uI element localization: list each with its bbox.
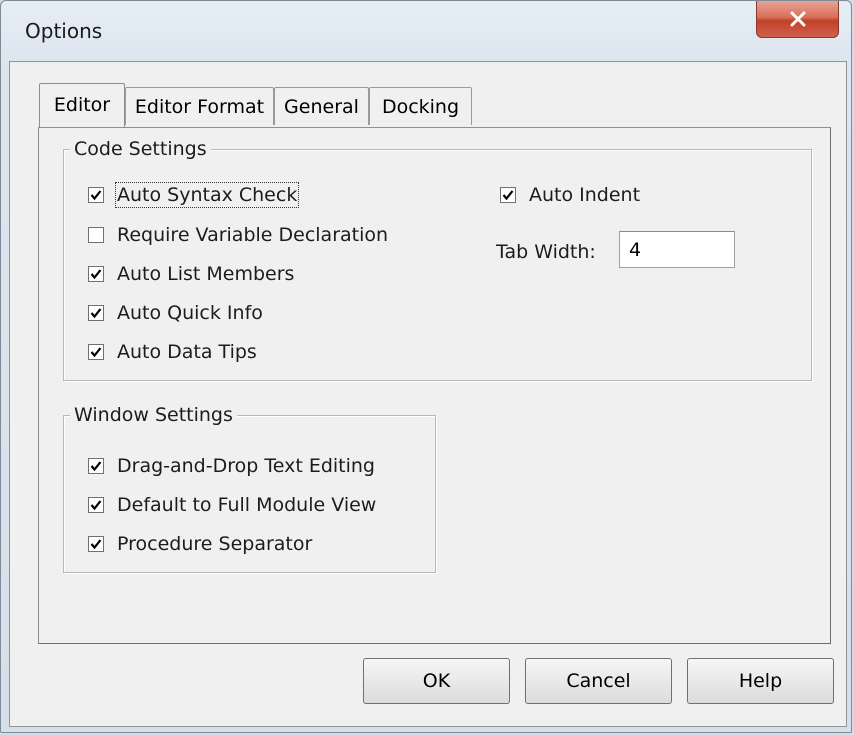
tab-general-label: General bbox=[284, 96, 359, 118]
drag-and-drop-option[interactable]: Drag-and-Drop Text Editing bbox=[88, 453, 375, 479]
auto-list-members-label: Auto List Members bbox=[117, 263, 295, 285]
procedure-separator-checkbox[interactable] bbox=[88, 536, 104, 552]
auto-data-tips-option[interactable]: Auto Data Tips bbox=[88, 339, 257, 365]
require-variable-declaration-checkbox[interactable] bbox=[88, 227, 104, 243]
checkmark-icon bbox=[90, 461, 102, 472]
ok-button-label: OK bbox=[422, 670, 451, 692]
auto-indent-option[interactable]: Auto Indent bbox=[500, 182, 640, 208]
title-bar[interactable]: Options bbox=[1, 1, 851, 63]
window-settings-legend: Window Settings bbox=[70, 402, 237, 428]
full-module-view-option[interactable]: Default to Full Module View bbox=[88, 492, 376, 518]
auto-syntax-check-option[interactable]: Auto Syntax Check bbox=[88, 182, 300, 208]
checkmark-icon bbox=[90, 190, 102, 201]
tab-docking[interactable]: Docking bbox=[369, 87, 472, 125]
auto-data-tips-label: Auto Data Tips bbox=[117, 341, 257, 363]
help-button[interactable]: Help bbox=[687, 658, 834, 704]
auto-syntax-check-checkbox[interactable] bbox=[88, 187, 104, 203]
auto-indent-label: Auto Indent bbox=[529, 184, 641, 206]
full-module-view-label: Default to Full Module View bbox=[117, 494, 377, 516]
tab-editor-label: Editor bbox=[53, 94, 111, 116]
dialog-client-area: Editor Editor Format General Docking Cod… bbox=[9, 61, 847, 727]
tab-docking-label: Docking bbox=[381, 96, 460, 118]
code-settings-legend: Code Settings bbox=[70, 136, 211, 162]
ok-button[interactable]: OK bbox=[363, 658, 510, 704]
tab-editor[interactable]: Editor bbox=[39, 83, 125, 127]
auto-list-members-option[interactable]: Auto List Members bbox=[88, 261, 294, 287]
checkmark-icon bbox=[90, 539, 102, 550]
procedure-separator-label: Procedure Separator bbox=[117, 533, 313, 555]
cancel-button-label: Cancel bbox=[566, 670, 631, 692]
procedure-separator-option[interactable]: Procedure Separator bbox=[88, 531, 312, 557]
dialog-title: Options bbox=[25, 19, 103, 43]
checkmark-icon bbox=[90, 308, 102, 319]
drag-and-drop-label: Drag-and-Drop Text Editing bbox=[117, 455, 375, 477]
require-variable-declaration-option[interactable]: Require Variable Declaration bbox=[88, 222, 388, 248]
checkmark-icon bbox=[502, 190, 514, 201]
tab-width-input[interactable] bbox=[619, 231, 735, 268]
checkmark-icon bbox=[90, 347, 102, 358]
require-variable-declaration-label: Require Variable Declaration bbox=[117, 224, 389, 246]
options-dialog: Options Editor Editor Format General Doc… bbox=[0, 0, 852, 733]
close-button[interactable] bbox=[756, 1, 839, 38]
help-button-label: Help bbox=[738, 670, 783, 692]
cancel-button[interactable]: Cancel bbox=[525, 658, 672, 704]
auto-indent-checkbox[interactable] bbox=[500, 187, 516, 203]
editor-tab-panel: Code Settings Auto Syntax Check Require … bbox=[38, 127, 831, 644]
auto-quick-info-option[interactable]: Auto Quick Info bbox=[88, 300, 263, 326]
tab-editor-format-label: Editor Format bbox=[134, 96, 265, 118]
window-settings-group: Window Settings Drag-and-Drop Text Editi… bbox=[63, 402, 436, 573]
auto-data-tips-checkbox[interactable] bbox=[88, 344, 104, 360]
auto-syntax-check-label: Auto Syntax Check bbox=[114, 182, 300, 208]
close-icon bbox=[790, 11, 805, 27]
auto-list-members-checkbox[interactable] bbox=[88, 266, 104, 282]
checkmark-icon bbox=[90, 269, 102, 280]
auto-quick-info-checkbox[interactable] bbox=[88, 305, 104, 321]
tab-general[interactable]: General bbox=[274, 87, 369, 125]
auto-quick-info-label: Auto Quick Info bbox=[117, 302, 263, 324]
code-settings-group: Code Settings Auto Syntax Check Require … bbox=[63, 136, 812, 381]
full-module-view-checkbox[interactable] bbox=[88, 497, 104, 513]
tab-editor-format[interactable]: Editor Format bbox=[125, 87, 274, 125]
checkmark-icon bbox=[90, 500, 102, 511]
tab-width-label: Tab Width: bbox=[496, 241, 596, 263]
drag-and-drop-checkbox[interactable] bbox=[88, 458, 104, 474]
